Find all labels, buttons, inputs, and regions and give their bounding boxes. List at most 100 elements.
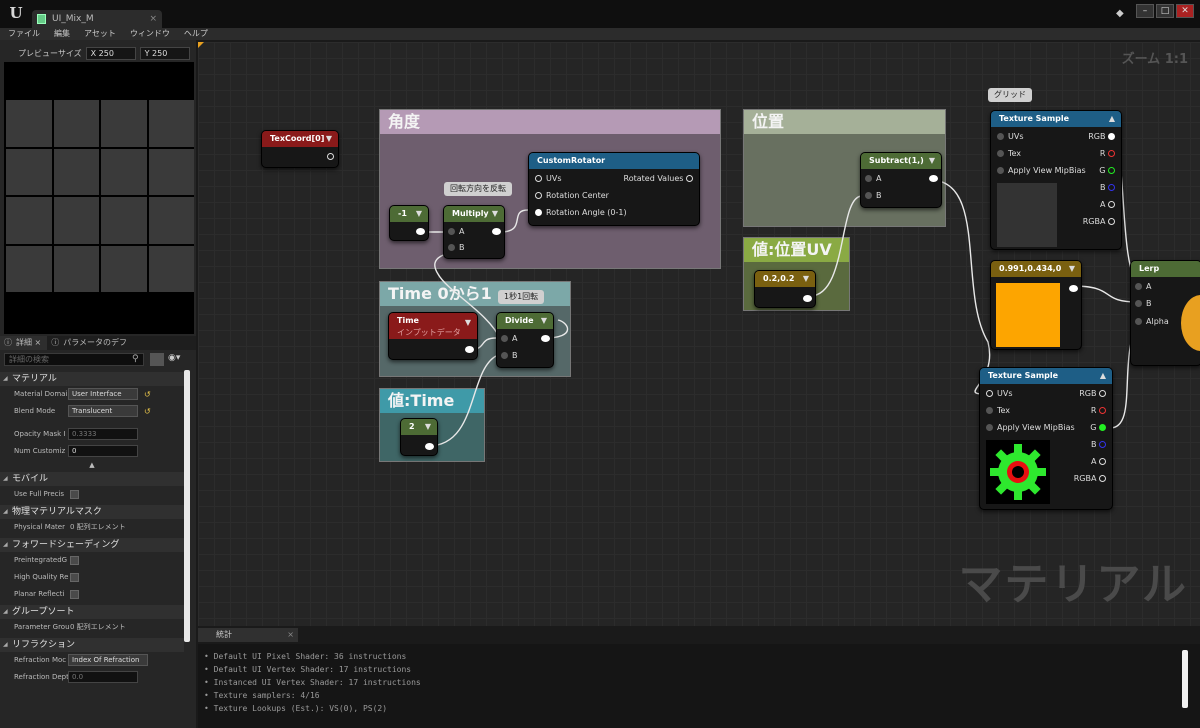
- comment-bubble-onesec[interactable]: 1秒1回転: [498, 290, 545, 304]
- pin-ts1-r[interactable]: R: [1100, 148, 1115, 160]
- pin-ts2-b[interactable]: B: [1091, 439, 1106, 451]
- opacity-mask-field[interactable]: 0.3333: [68, 428, 138, 440]
- pin-subtract-b[interactable]: B: [865, 190, 882, 202]
- pin-color-out[interactable]: [1066, 283, 1078, 295]
- node-constant-neg1[interactable]: -1 ▼: [389, 205, 429, 241]
- pin-rotator-uvs[interactable]: UVs: [535, 173, 562, 185]
- pin-neg1-out[interactable]: [413, 226, 425, 238]
- pin-ts2-mip[interactable]: Apply View MipBias: [986, 422, 1075, 434]
- refraction-depth-field[interactable]: 0.0: [68, 671, 138, 683]
- section-forward[interactable]: フォワードシェーディング: [0, 538, 184, 552]
- menu-asset[interactable]: アセット: [84, 28, 116, 40]
- details-search-input[interactable]: 詳細の検索: [4, 353, 144, 366]
- pin-lerp-b[interactable]: B: [1135, 298, 1152, 310]
- pin-subtract-out[interactable]: [926, 173, 938, 185]
- details-scrollbar[interactable]: [184, 370, 190, 642]
- eye-icon[interactable]: ◉▾: [168, 353, 180, 363]
- preview-y-field[interactable]: Y 250: [139, 46, 190, 60]
- pin-multiply-out[interactable]: [489, 226, 501, 238]
- comment-bubble-grid[interactable]: グリッド: [988, 88, 1032, 102]
- tab-params[interactable]: ⓘ パラメータのデフ: [47, 336, 133, 350]
- pin-ts1-b[interactable]: B: [1100, 182, 1115, 194]
- use-full-checkbox[interactable]: [70, 490, 79, 499]
- pin-lerp-a[interactable]: A: [1135, 281, 1151, 293]
- view-options-icon[interactable]: [150, 353, 164, 366]
- pin-divide-out[interactable]: [538, 333, 550, 345]
- menu-window[interactable]: ウィンドウ: [130, 28, 170, 40]
- pin-multiply-a[interactable]: A: [448, 226, 464, 238]
- pin-ts1-g[interactable]: G: [1099, 165, 1115, 177]
- collapse-icon[interactable]: ▼: [465, 317, 471, 329]
- pin-uv-const-out[interactable]: [800, 293, 812, 305]
- pin-ts2-tex[interactable]: Tex: [986, 405, 1010, 417]
- pin-texcoord-out[interactable]: [327, 151, 334, 163]
- node-constant-2[interactable]: 2 ▼: [400, 418, 438, 456]
- collapse-icon[interactable]: ▼: [929, 153, 935, 169]
- collapse-icon[interactable]: ▲: [1100, 368, 1106, 384]
- node-time[interactable]: Time インプットデータ ▼: [388, 312, 478, 360]
- node-constant-color[interactable]: 0.991,0.434,0 ▼: [990, 260, 1082, 350]
- node-multiply[interactable]: Multiply ▼ A B: [443, 205, 505, 259]
- collapse-icon[interactable]: ▲: [1109, 111, 1115, 127]
- pin-subtract-a[interactable]: A: [865, 173, 881, 185]
- pin-rotator-center[interactable]: Rotation Center: [535, 190, 609, 202]
- close-window-icon[interactable]: ✕: [1176, 4, 1194, 18]
- planar-checkbox[interactable]: [70, 590, 79, 599]
- tab-details[interactable]: ⓘ 詳細 ×: [0, 336, 48, 350]
- pin-time-out[interactable]: [462, 344, 474, 356]
- tab-stats[interactable]: 統計 ×: [198, 628, 298, 642]
- node-subtract[interactable]: Subtract(1,) ▼ A B: [860, 152, 942, 208]
- refraction-mode-select[interactable]: Index Of Refraction: [68, 654, 148, 666]
- hq-checkbox[interactable]: [70, 573, 79, 582]
- node-divide[interactable]: Divide ▼ A B: [496, 312, 554, 368]
- collapse-icon[interactable]: ▼: [541, 313, 547, 329]
- node-texture-sample-2[interactable]: Texture Sample ▲ UVs Tex Apply View MipBi…: [979, 367, 1113, 510]
- menu-file[interactable]: ファイル: [8, 28, 40, 40]
- pin-ts2-g[interactable]: G: [1090, 422, 1106, 434]
- pin-ts2-r[interactable]: R: [1091, 405, 1106, 417]
- section-material[interactable]: マテリアル: [0, 372, 184, 386]
- pin-two-out[interactable]: [422, 441, 434, 453]
- pin-rotator-angle[interactable]: Rotation Angle (0-1): [535, 207, 627, 219]
- pin-divide-b[interactable]: B: [501, 350, 518, 362]
- node-constant-uv[interactable]: 0.2,0.2 ▼: [754, 270, 816, 308]
- collapse-icon[interactable]: ▼: [425, 419, 431, 435]
- section-phys[interactable]: 物理マテリアルマスク: [0, 505, 184, 519]
- pin-ts1-a[interactable]: A: [1100, 199, 1115, 211]
- pin-rotator-out[interactable]: Rotated Values: [624, 173, 693, 185]
- pin-ts1-rgb[interactable]: RGB: [1088, 131, 1115, 143]
- close-icon[interactable]: ×: [287, 628, 294, 642]
- comment-bubble-flip[interactable]: 回転方向を反転: [444, 182, 512, 196]
- section-refraction[interactable]: リフラクション: [0, 638, 184, 652]
- close-tab-icon[interactable]: ×: [149, 10, 157, 28]
- blend-mode-select[interactable]: Translucent: [68, 405, 138, 417]
- pin-ts1-mip[interactable]: Apply View MipBias: [997, 165, 1086, 177]
- pin-ts1-rgba[interactable]: RGBA: [1083, 216, 1115, 228]
- section-group[interactable]: グループソート: [0, 605, 184, 619]
- close-icon[interactable]: ×: [35, 338, 42, 347]
- minimize-icon[interactable]: –: [1136, 4, 1154, 18]
- reset-icon[interactable]: ↺: [144, 386, 151, 403]
- pin-ts2-rgb[interactable]: RGB: [1079, 388, 1106, 400]
- node-texcoord[interactable]: TexCoord[0] ▼: [261, 130, 339, 168]
- node-texture-sample-1[interactable]: Texture Sample ▲ UVs Tex Apply View MipBi…: [990, 110, 1122, 250]
- collapse-icon[interactable]: ▼: [1069, 261, 1075, 277]
- section-mobile[interactable]: モバイル: [0, 472, 184, 486]
- graph-canvas[interactable]: ズーム 1:1 マテリアル 角度 位置 Time 0から1 値:位置UV 値:T…: [198, 42, 1200, 626]
- node-lerp[interactable]: Lerp A B Alpha: [1130, 260, 1200, 366]
- collapse-icon[interactable]: ▼: [803, 271, 809, 287]
- pin-multiply-b[interactable]: B: [448, 242, 465, 254]
- stats-scrollbar[interactable]: [1182, 650, 1188, 708]
- expand-arrow-icon[interactable]: ▲: [0, 460, 184, 470]
- collapse-icon[interactable]: ▼: [326, 131, 332, 147]
- pin-ts2-a[interactable]: A: [1091, 456, 1106, 468]
- collapse-icon[interactable]: ▼: [416, 206, 422, 222]
- pin-lerp-alpha[interactable]: Alpha: [1135, 316, 1169, 328]
- preview-x-field[interactable]: X 250: [85, 46, 136, 60]
- material-domain-select[interactable]: User Interface: [68, 388, 138, 400]
- pin-divide-a[interactable]: A: [501, 333, 517, 345]
- pin-icon[interactable]: ◆: [1116, 8, 1124, 19]
- num-custom-field[interactable]: 0: [68, 445, 138, 457]
- pin-ts1-uvs[interactable]: UVs: [997, 131, 1024, 143]
- preintegrated-checkbox[interactable]: [70, 556, 79, 565]
